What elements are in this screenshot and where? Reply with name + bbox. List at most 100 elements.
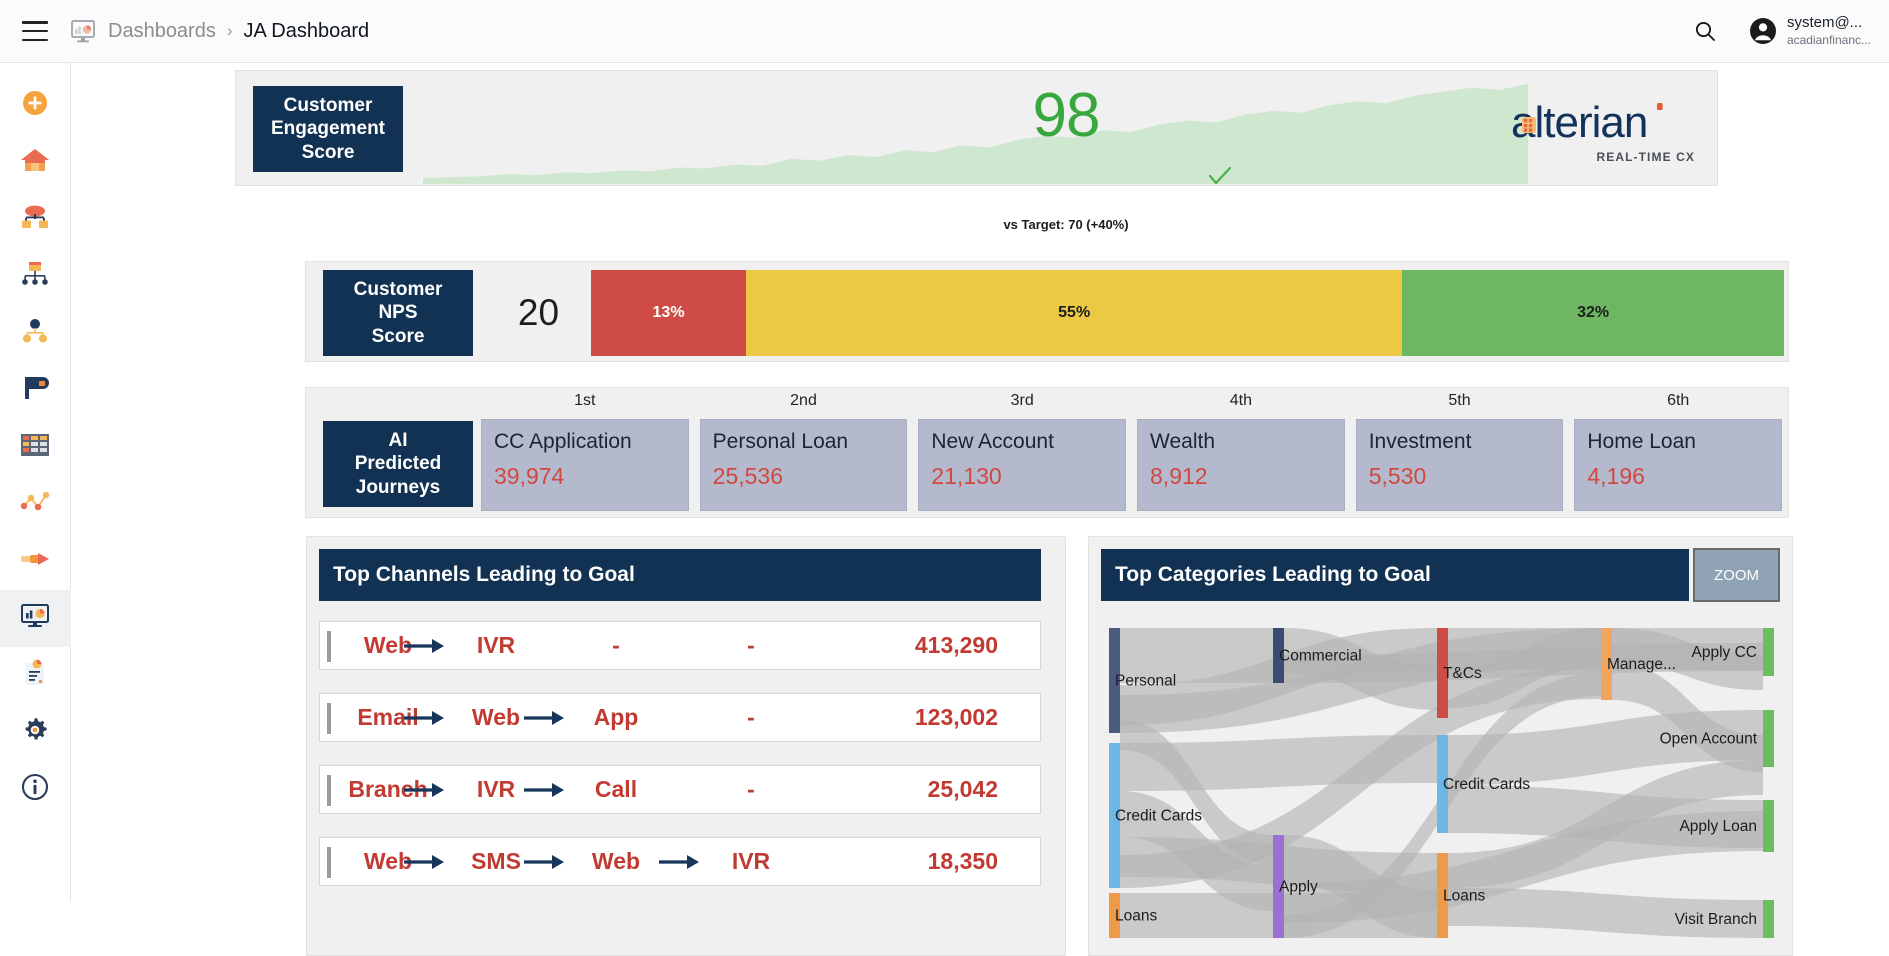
nps-label-line2: NPS (378, 302, 418, 324)
home-icon (20, 146, 50, 179)
hierarchy-icon (20, 260, 50, 293)
sidebar-item-settings[interactable] (0, 704, 71, 761)
journey-value: 8,912 (1150, 463, 1208, 490)
arrow-right-icon (522, 708, 566, 728)
breadcrumb-dashboards[interactable]: Dashboards (108, 20, 216, 43)
breadcrumb-separator: › (226, 21, 233, 40)
sidebar-item-segments[interactable] (0, 248, 71, 305)
channel-value: 413,290 (914, 632, 998, 658)
ces-label-line1: Customer (283, 95, 373, 117)
user-menu[interactable]: system@... acadianfinanc... (1748, 14, 1871, 48)
channel-step: IVR (476, 632, 516, 658)
journey-column-2: 3rd New Account 21,130 (918, 388, 1127, 519)
network-node-icon (20, 317, 50, 350)
sidebar-item-analytics[interactable] (0, 476, 71, 533)
sidebar-item-reports[interactable] (0, 647, 71, 704)
sankey-node[interactable] (1763, 800, 1774, 852)
sidebar-item-home[interactable] (0, 134, 71, 191)
sidebar-item-audiences[interactable] (0, 305, 71, 362)
alterian-tagline: REAL-TIME CX (1596, 149, 1695, 164)
journey-card[interactable]: Personal Loan 25,536 (699, 419, 908, 511)
journey-column-5: 6th Home Loan 4,196 (1574, 388, 1783, 519)
customer-nps-score-panel: Customer NPS Score 20 13% 55% 32% (305, 261, 1789, 362)
journey-card[interactable]: CC Application 39,974 (481, 419, 689, 511)
info-circle-icon (21, 773, 49, 806)
table-row[interactable]: Branch IVR Call -25,042 (319, 765, 1041, 814)
sankey-node-label: Apply Loan (1679, 818, 1757, 835)
journey-card[interactable]: New Account 21,130 (918, 419, 1127, 511)
flag-p-icon (21, 374, 49, 407)
journey-name: Investment (1368, 430, 1472, 453)
nps-score-value: 20 (517, 292, 560, 333)
nps-segment-1: 55% (746, 270, 1403, 356)
cloud-folders-icon (20, 203, 50, 236)
channel-step-empty: - (747, 776, 755, 802)
channel-value: 25,042 (927, 776, 998, 802)
zoom-button[interactable]: ZOOM (1693, 548, 1780, 602)
channel-step-empty: - (747, 704, 755, 730)
sankey-node-label: Commercial (1279, 648, 1362, 665)
journey-card[interactable]: Investment 5,530 (1355, 419, 1564, 511)
top-categories-title: Top Categories Leading to Goal (1101, 549, 1689, 601)
top-channels-title: Top Channels Leading to Goal (319, 549, 1041, 601)
channel-value: 18,350 (927, 848, 998, 874)
journey-card[interactable]: Wealth 8,912 (1137, 419, 1345, 511)
hamburger-icon[interactable] (22, 21, 48, 41)
journey-rank: 5th (1448, 392, 1471, 409)
sankey-node-label: T&Cs (1443, 665, 1482, 682)
journey-rank: 2nd (790, 392, 817, 409)
sidebar-item-campaigns[interactable] (0, 362, 71, 419)
journey-column-4: 5th Investment 5,530 (1355, 388, 1564, 519)
monitor-chart-icon (20, 602, 50, 635)
sidebar-item-tables[interactable] (0, 419, 71, 476)
page-title: JA Dashboard (243, 19, 370, 42)
sankey-node-label: Manage... (1607, 656, 1676, 673)
sidebar-item-add-new[interactable] (0, 77, 71, 134)
journey-value: 25,536 (712, 463, 784, 490)
sankey-node[interactable] (1763, 628, 1774, 676)
topbar-right: system@... acadianfinanc... (1688, 14, 1871, 48)
search-icon[interactable] (1688, 14, 1722, 48)
sidebar-item-dashboards[interactable] (0, 590, 71, 647)
table-row[interactable]: Email Web App -123,002 (319, 693, 1041, 742)
categories-sankey-diagram: Personal Credit Cards Loans Commercial Apply… (1101, 615, 1782, 945)
sankey-node[interactable] (1763, 710, 1774, 767)
engagement-score-value: 98 (1032, 81, 1101, 150)
sidebar-item-data-sources[interactable] (0, 191, 71, 248)
journey-rank: 3rd (1010, 392, 1034, 409)
journey-column-0: 1st CC Application 39,974 (481, 388, 689, 519)
journey-rank: 1st (574, 392, 596, 409)
user-org: acadianfinanc... (1786, 32, 1871, 47)
account-circle-icon (1748, 16, 1778, 46)
journey-value: 5,530 (1368, 463, 1427, 490)
sidebar-item-journeys[interactable] (0, 533, 71, 590)
top-channels-panel: Top Channels Leading to Goal Web IVR - - 413… (306, 536, 1066, 956)
table-row[interactable]: Web IVR - -413,290 (319, 621, 1041, 670)
journey-name: Home Loan (1587, 430, 1696, 453)
plus-circle-icon (21, 89, 49, 122)
dashboard-icon (70, 19, 96, 43)
arrow-right-icon (522, 780, 566, 800)
engagement-vs-target: vs Target: 70 (+40%) (1003, 217, 1129, 232)
journey-name: CC Application (494, 430, 632, 453)
dashboard-canvas: Customer Engagement Score 98 vs Target: … (71, 63, 1889, 956)
nps-label-line3: Score (371, 325, 425, 347)
nps-segment-0: 13% (591, 270, 747, 356)
sankey-node[interactable] (1763, 900, 1774, 938)
journey-column-3: 4th Wealth 8,912 (1137, 388, 1345, 519)
arrow-right-icon (402, 852, 446, 872)
ai-predicted-journeys-label: AI Predicted Journeys (323, 421, 473, 507)
table-row[interactable]: Web SMS Web IVR 18,350 (319, 837, 1041, 886)
user-name: system@... (1786, 14, 1863, 32)
aj-label-line2: Predicted (354, 453, 442, 475)
grid-table-icon (20, 432, 50, 463)
arrow-right-icon (657, 852, 701, 872)
nps-segment-2: 32% (1402, 270, 1785, 356)
journey-card-list: 1st CC Application 39,974 2nd Personal Loan 2… (481, 388, 1783, 519)
sidebar-item-about[interactable] (0, 761, 71, 818)
journey-card[interactable]: Home Loan 4,196 (1574, 419, 1783, 511)
arrow-bar-icon (20, 550, 50, 573)
report-doc-icon (22, 659, 48, 692)
ces-label-line3: Score (301, 141, 355, 163)
top-categories-panel: Top Categories Leading to Goal ZOOM Pers… (1088, 536, 1793, 956)
